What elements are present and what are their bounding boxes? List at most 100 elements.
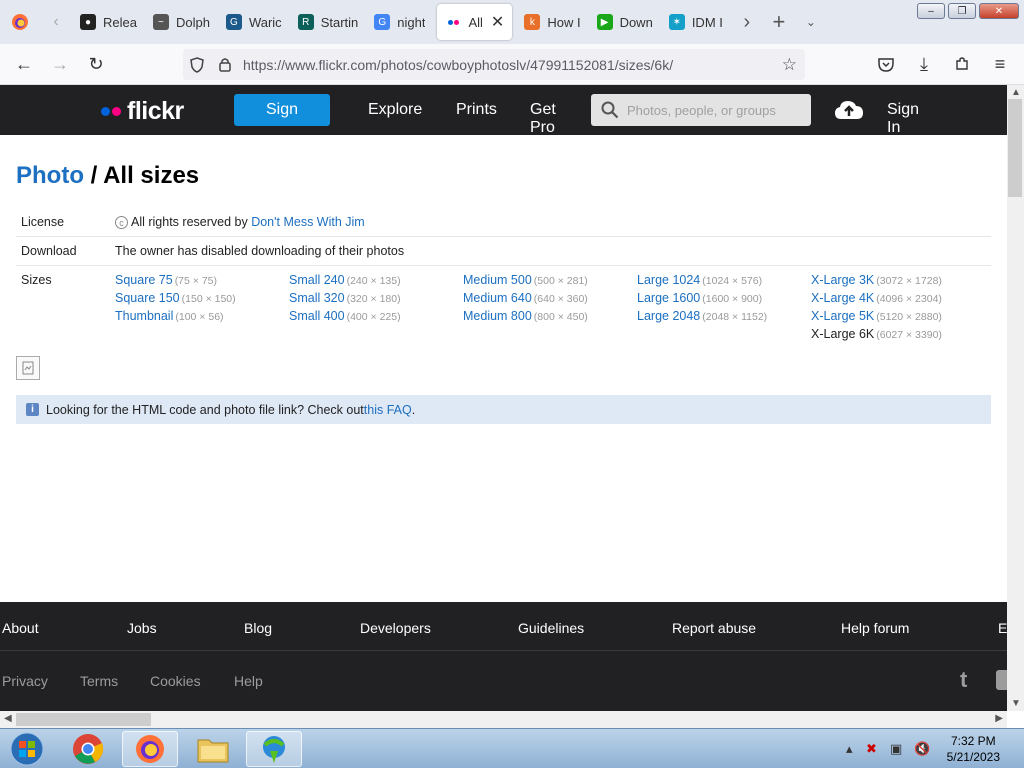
size-link[interactable]: X-Large 3K (3072 × 1728) [811, 273, 942, 287]
lock-icon[interactable] [211, 57, 239, 72]
size-link[interactable]: X-Large 4K (4096 × 2304) [811, 291, 942, 305]
sign-in-link[interactable]: Sign In [887, 101, 927, 137]
logo-blue-dot [101, 107, 110, 116]
start-button[interactable] [2, 731, 52, 767]
footer-secondary-link[interactable]: Cookies [150, 673, 201, 689]
size-link[interactable]: Large 2048 (2048 × 1152) [637, 309, 767, 323]
footer-secondary-link[interactable]: Terms [80, 673, 118, 689]
footer-link[interactable]: Developers [360, 620, 431, 636]
explore-link[interactable]: Explore [368, 101, 422, 119]
browser-tab[interactable]: ● Relea [72, 0, 145, 44]
size-dimensions: (100 × 56) [175, 311, 224, 323]
footer-link[interactable]: Jobs [127, 620, 157, 636]
footer-link[interactable]: Guidelines [518, 620, 584, 636]
size-link[interactable]: Large 1024 (1024 × 576) [637, 273, 762, 287]
size-link[interactable]: Small 400 (400 × 225) [289, 309, 401, 323]
scroll-down-icon[interactable]: ▼ [1011, 698, 1021, 709]
footer-secondary-link[interactable]: Help [234, 673, 263, 689]
tab-scroll-left-icon[interactable]: ‹ [40, 6, 72, 38]
browser-tab[interactable]: k How I [516, 0, 588, 44]
size-link[interactable]: Thumbnail (100 × 56) [115, 309, 224, 323]
owner-link[interactable]: Don't Mess With Jim [251, 215, 365, 229]
tab-label: IDM I [691, 14, 723, 30]
idm-taskbar-icon[interactable] [246, 731, 302, 767]
browser-tab[interactable]: G Waric [218, 0, 290, 44]
tracking-shield-icon[interactable] [183, 56, 211, 73]
system-clock[interactable]: 7:32 PM 5/21/2023 [947, 733, 1000, 765]
scroll-left-icon[interactable]: ◀ [4, 713, 12, 724]
close-tab-icon[interactable]: ✕ [491, 12, 504, 32]
size-link[interactable]: Small 240 (240 × 135) [289, 273, 401, 287]
minimize-icon[interactable]: – [917, 3, 945, 19]
size-dimensions: (800 × 450) [533, 311, 588, 323]
footer-link[interactable]: Blog [244, 620, 272, 636]
reload-icon[interactable]: ↻ [78, 48, 114, 80]
tab-scroll-right-icon[interactable]: › [731, 6, 763, 38]
footer-link[interactable]: Report abuse [672, 620, 756, 636]
vertical-scrollbar[interactable]: ▲ ▼ [1007, 85, 1024, 711]
display-icon[interactable]: ▣ [890, 741, 902, 757]
chrome-taskbar-icon[interactable] [60, 731, 116, 767]
firefox-menu-icon[interactable] [0, 6, 40, 38]
flickr-logo[interactable]: flickr [101, 97, 184, 126]
footer-link[interactable]: About [2, 620, 39, 636]
forward-icon[interactable]: → [42, 48, 78, 80]
scroll-up-icon[interactable]: ▲ [1011, 87, 1021, 98]
browser-tab[interactable]: ✶ IDM I [661, 0, 731, 44]
show-hidden-icons[interactable]: ▴ [846, 741, 853, 757]
scroll-right-icon[interactable]: ▶ [995, 713, 1003, 724]
browser-tab[interactable]: R Startin [290, 0, 367, 44]
size-link[interactable]: Large 1600 (1600 × 900) [637, 291, 762, 305]
restore-icon[interactable]: ❐ [948, 3, 976, 19]
address-bar[interactable]: https://www.flickr.com/photos/cowboyphot… [183, 49, 805, 80]
horizontal-scroll-thumb[interactable] [16, 713, 151, 726]
browser-tab[interactable]: ~ Dolph [145, 0, 218, 44]
size-link[interactable]: Small 320 (320 × 180) [289, 291, 401, 305]
divider [16, 265, 991, 266]
title-rest: / All sizes [83, 162, 200, 189]
search-input[interactable]: Photos, people, or groups [591, 94, 811, 126]
photo-link[interactable]: Photo [16, 162, 84, 189]
upload-cloud-icon[interactable] [834, 99, 864, 126]
list-all-tabs-icon[interactable]: ⌄ [795, 6, 827, 38]
browser-tab[interactable]: ▶ Down [589, 0, 661, 44]
url-text[interactable]: https://www.flickr.com/photos/cowboyphot… [243, 57, 673, 73]
pocket-icon[interactable] [868, 48, 904, 80]
size-link[interactable]: Medium 800 (800 × 450) [463, 309, 588, 323]
network-alert-icon[interactable]: ✖ [866, 741, 877, 757]
github-icon: ● [80, 14, 96, 30]
size-link[interactable]: Medium 500 (500 × 281) [463, 273, 588, 287]
get-pro-link[interactable]: Get Pro [530, 101, 570, 137]
size-link[interactable]: Medium 640 (640 × 360) [463, 291, 588, 305]
footer-secondary-link[interactable]: Privacy [2, 673, 48, 689]
browser-tab[interactable]: All ✕ [437, 4, 513, 40]
size-link[interactable]: Square 150 (150 × 150) [115, 291, 236, 305]
downloads-icon[interactable]: ⤓ [906, 48, 942, 80]
close-window-icon[interactable]: ✕ [979, 3, 1019, 19]
size-dimensions: (5120 × 2880) [876, 311, 942, 323]
size-link[interactable]: X-Large 5K (5120 × 2880) [811, 309, 942, 323]
app-menu-icon[interactable]: ≡ [982, 48, 1018, 80]
horizontal-scrollbar[interactable]: ◀ ▶ [0, 711, 1007, 728]
file-explorer-taskbar-icon[interactable] [185, 731, 241, 767]
bookmark-star-icon[interactable]: ☆ [782, 55, 797, 75]
footer-link[interactable]: Help forum [841, 620, 909, 636]
tumblr-icon[interactable]: t [960, 667, 967, 693]
back-icon[interactable]: ← [6, 48, 42, 80]
footer-link[interactable]: E [998, 620, 1007, 636]
prints-link[interactable]: Prints [456, 101, 497, 119]
volume-muted-icon[interactable]: 🔇 [914, 741, 930, 757]
faq-text: Looking for the HTML code and photo file… [46, 402, 364, 417]
firefox-taskbar-icon[interactable] [122, 731, 178, 767]
browser-tab[interactable]: Gnight [366, 0, 433, 44]
new-tab-icon[interactable]: + [763, 6, 795, 38]
vertical-scroll-thumb[interactable] [1008, 99, 1022, 197]
extensions-icon[interactable] [944, 48, 980, 80]
size-dimensions: (150 × 150) [181, 293, 236, 305]
size-link[interactable]: Square 75 (75 × 75) [115, 273, 217, 287]
flickr-icon [445, 14, 461, 30]
sign-up-button[interactable]: Sign [234, 94, 330, 126]
faq-link[interactable]: this FAQ [364, 403, 412, 417]
social-icon[interactable] [996, 670, 1007, 690]
g-logo-icon: G [225, 14, 242, 30]
